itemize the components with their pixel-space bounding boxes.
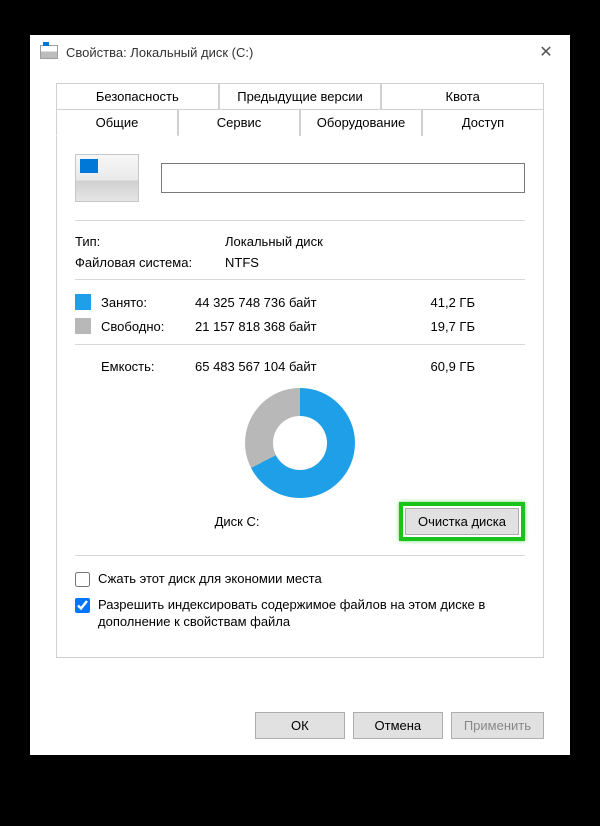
used-swatch-icon [75,294,91,310]
disk-large-icon [75,154,139,202]
tab-hardware[interactable]: Оборудование [300,109,422,136]
free-swatch-icon [75,318,91,334]
used-human: 41,2 ГБ [395,295,475,310]
compress-label[interactable]: Сжать этот диск для экономии места [98,570,525,588]
ok-button[interactable]: ОК [255,712,345,739]
index-label[interactable]: Разрешить индексировать содержимое файло… [98,596,525,631]
free-label: Свободно: [101,319,164,334]
apply-button[interactable]: Применить [451,712,544,739]
divider [75,220,525,221]
properties-dialog: Свойства: Локальный диск (C:) ✕ Безопасн… [30,35,570,755]
dialog-buttons: ОК Отмена Применить [30,702,570,755]
cancel-button[interactable]: Отмена [353,712,443,739]
filesystem-value: NTFS [225,255,259,270]
used-bytes: 44 325 748 736 байт [195,295,395,310]
capacity-label: Емкость: [75,359,195,374]
index-checkbox[interactable] [75,598,90,613]
free-human: 19,7 ГБ [395,319,475,334]
disk-cleanup-button[interactable]: Очистка диска [405,508,519,535]
window-title: Свойства: Локальный диск (C:) [66,45,253,60]
volume-name-input[interactable] [161,163,525,193]
divider [75,279,525,280]
free-bytes: 21 157 818 368 байт [195,319,395,334]
compress-checkbox[interactable] [75,572,90,587]
capacity-human: 60,9 ГБ [395,359,475,374]
tab-quota[interactable]: Квота [381,83,544,109]
titlebar: Свойства: Локальный диск (C:) ✕ [30,35,570,69]
content-area: Безопасность Предыдущие версии Квота Общ… [30,69,570,658]
divider [75,555,525,556]
drive-icon [40,45,58,59]
tab-tools[interactable]: Сервис [178,109,300,136]
type-value: Локальный диск [225,234,323,249]
used-label: Занято: [101,295,147,310]
filesystem-label: Файловая система: [75,255,225,270]
tab-sharing[interactable]: Доступ [422,109,544,136]
tab-previous-versions[interactable]: Предыдущие версии [219,83,382,109]
tab-security[interactable]: Безопасность [56,83,219,109]
divider [75,344,525,345]
close-button[interactable]: ✕ [532,42,560,62]
cleanup-highlight: Очистка диска [399,502,525,541]
disk-chart-label: Диск C: [75,504,399,539]
general-panel: Тип: Локальный диск Файловая система: NT… [56,136,544,658]
type-label: Тип: [75,234,225,249]
usage-pie-chart [245,388,355,498]
capacity-bytes: 65 483 567 104 байт [195,359,395,374]
tab-general[interactable]: Общие [56,109,178,136]
